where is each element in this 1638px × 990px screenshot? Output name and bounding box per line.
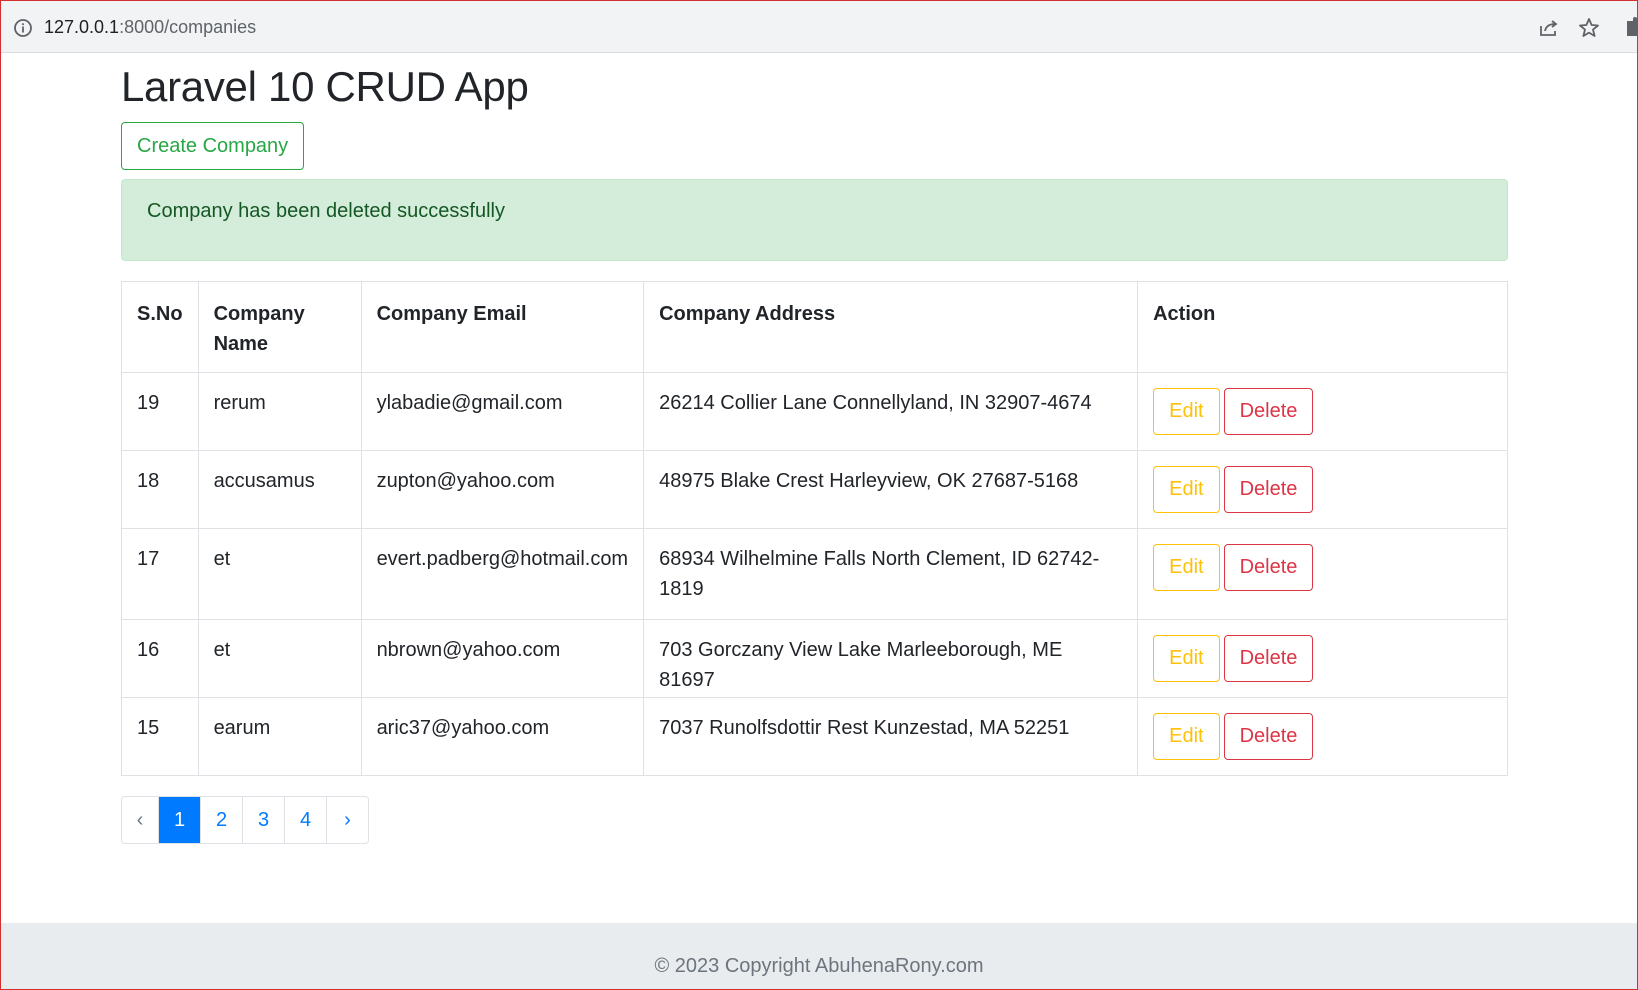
delete-button[interactable]: Delete xyxy=(1223,544,1314,591)
create-company-button[interactable]: Create Company xyxy=(121,122,305,170)
info-icon[interactable] xyxy=(13,18,33,38)
table-row: 17 et evert.padberg@hotmail.com 68934 Wi… xyxy=(121,528,1508,620)
table-row: 15 earum aric37@yahoo.com 7037 Runolfsdo… xyxy=(121,697,1508,776)
cell-sno: 15 xyxy=(121,697,199,776)
companies-table: S.No Company Name Company Email Company … xyxy=(121,281,1508,776)
cell-company-address: 703 Gorczany View Lake Marleeborough, ME… xyxy=(643,619,1139,698)
cell-company-address: 26214 Collier Lane Connellyland, IN 3290… xyxy=(643,372,1139,451)
cell-sno: 16 xyxy=(121,619,199,698)
browser-address-bar[interactable]: 127.0.0.1:8000/companies xyxy=(1,1,1638,53)
cell-company-email: nbrown@yahoo.com xyxy=(360,619,645,698)
pagination-next[interactable]: › xyxy=(326,797,368,843)
cell-action: Edit Delete xyxy=(1137,450,1508,529)
delete-button[interactable]: Delete xyxy=(1223,713,1314,760)
pagination-page-3[interactable]: 3 xyxy=(242,797,284,843)
cell-company-email: aric37@yahoo.com xyxy=(360,697,645,776)
edit-button[interactable]: Edit xyxy=(1153,713,1220,760)
cell-sno: 17 xyxy=(121,528,199,620)
table-row: 18 accusamus zupton@yahoo.com 48975 Blak… xyxy=(121,450,1508,529)
delete-button[interactable]: Delete xyxy=(1223,466,1314,513)
table-row: 16 et nbrown@yahoo.com 703 Gorczany View… xyxy=(121,619,1508,698)
header-sno: S.No xyxy=(121,281,199,373)
cell-company-name: et xyxy=(197,528,362,620)
cell-company-address: 7037 Runolfsdottir Rest Kunzestad, MA 52… xyxy=(643,697,1139,776)
edit-button[interactable]: Edit xyxy=(1153,388,1220,435)
success-alert: Company has been deleted successfully xyxy=(121,179,1508,261)
share-icon[interactable] xyxy=(1537,16,1561,40)
table-header-row: S.No Company Name Company Email Company … xyxy=(121,281,1508,373)
url-path: :8000/companies xyxy=(119,17,257,37)
header-company-name: Company Name xyxy=(197,281,362,373)
cell-company-name: et xyxy=(197,619,362,698)
url-host: 127.0.0.1 xyxy=(44,17,120,37)
bookmark-star-icon[interactable] xyxy=(1577,16,1601,40)
cell-company-address: 48975 Blake Crest Harleyview, OK 27687-5… xyxy=(643,450,1139,529)
cell-company-name: rerum xyxy=(197,372,362,451)
cell-company-email: zupton@yahoo.com xyxy=(360,450,645,529)
cell-sno: 18 xyxy=(121,450,199,529)
cell-company-name: earum xyxy=(197,697,362,776)
header-company-address: Company Address xyxy=(643,281,1139,373)
pagination-page-4[interactable]: 4 xyxy=(284,797,326,843)
cell-sno: 19 xyxy=(121,372,199,451)
edit-button[interactable]: Edit xyxy=(1153,466,1220,513)
cell-action: Edit Delete xyxy=(1137,619,1508,698)
header-company-email: Company Email xyxy=(360,281,645,373)
alert-message: Company has been deleted successfully xyxy=(147,200,505,222)
cell-company-email: evert.padberg@hotmail.com xyxy=(360,528,645,620)
cell-company-email: ylabadie@gmail.com xyxy=(360,372,645,451)
extensions-icon[interactable] xyxy=(1625,16,1638,40)
delete-button[interactable]: Delete xyxy=(1223,388,1314,435)
edit-button[interactable]: Edit xyxy=(1153,544,1220,591)
pagination-page-2[interactable]: 2 xyxy=(200,797,242,843)
cell-action: Edit Delete xyxy=(1137,697,1508,776)
pagination-prev[interactable]: ‹ xyxy=(122,797,158,843)
cell-action: Edit Delete xyxy=(1137,528,1508,620)
delete-button[interactable]: Delete xyxy=(1223,635,1314,682)
cell-action: Edit Delete xyxy=(1137,372,1508,451)
pagination: ‹ 1 2 3 4 › xyxy=(121,796,369,844)
footer: © 2023 Copyright AbuhenaRony.com xyxy=(1,923,1637,989)
header-action: Action xyxy=(1137,281,1508,373)
url-text[interactable]: 127.0.0.1:8000/companies xyxy=(44,17,256,38)
footer-copyright: © 2023 Copyright AbuhenaRony.com xyxy=(654,955,984,977)
edit-button[interactable]: Edit xyxy=(1153,635,1220,682)
pagination-page-1[interactable]: 1 xyxy=(158,797,200,843)
page-title: Laravel 10 CRUD App xyxy=(121,63,529,110)
cell-company-address: 68934 Wilhelmine Falls North Clement, ID… xyxy=(643,528,1139,620)
cell-company-name: accusamus xyxy=(197,450,362,529)
table-row: 19 rerum ylabadie@gmail.com 26214 Collie… xyxy=(121,372,1508,451)
